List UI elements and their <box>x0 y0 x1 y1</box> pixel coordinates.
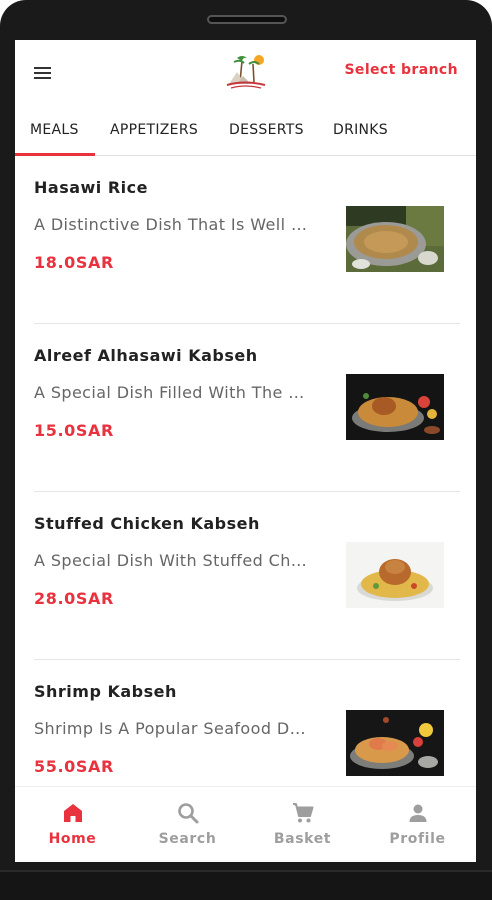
item-photo <box>346 710 444 776</box>
nav-profile-label: Profile <box>389 831 446 847</box>
nav-home-label: Home <box>48 831 97 847</box>
item-description: A Special Dish With Stuffed Ch… <box>34 551 308 570</box>
bottom-navigation: Home Search Basket Profile <box>15 786 476 862</box>
tab-desserts[interactable]: DESSERTS <box>229 122 304 138</box>
tab-drinks[interactable]: DRINKS <box>333 122 388 138</box>
nav-search[interactable]: Search <box>130 787 245 862</box>
menu-item[interactable]: Hasawi Rice A Distinctive Dish That Is W… <box>15 156 476 324</box>
item-photo <box>346 206 444 272</box>
item-name: Alreef Alhasawi Kabseh <box>34 346 258 365</box>
menu-item-list: Hasawi Rice A Distinctive Dish That Is W… <box>15 156 476 786</box>
item-description: Shrimp Is A Popular Seafood D… <box>34 719 306 738</box>
phone-speaker <box>207 15 287 24</box>
app-header: Select branch <box>15 40 476 104</box>
tab-meals[interactable]: MEALS <box>30 122 79 138</box>
restaurant-logo <box>226 55 266 89</box>
item-price: 18.0SAR <box>34 253 114 272</box>
item-description: A Distinctive Dish That Is Well … <box>34 215 308 234</box>
nav-basket[interactable]: Basket <box>245 787 360 862</box>
item-photo <box>346 374 444 440</box>
home-icon <box>64 804 82 822</box>
hamburger-menu-icon[interactable] <box>32 64 54 82</box>
app-screen: Select branch MEALS APPETIZERS DESSERTS … <box>15 40 476 862</box>
item-price: 15.0SAR <box>34 421 114 440</box>
item-name: Stuffed Chicken Kabseh <box>34 514 260 533</box>
tab-appetizers[interactable]: APPETIZERS <box>110 122 198 138</box>
profile-icon <box>409 804 427 822</box>
item-price: 55.0SAR <box>34 757 114 776</box>
cart-icon <box>293 803 314 823</box>
select-branch-button[interactable]: Select branch <box>344 62 458 78</box>
item-description: A Special Dish Filled With The … <box>34 383 305 402</box>
phone-frame: Select branch MEALS APPETIZERS DESSERTS … <box>0 0 492 900</box>
item-name: Shrimp Kabseh <box>34 682 177 701</box>
nav-search-label: Search <box>158 831 217 847</box>
menu-item[interactable]: Stuffed Chicken Kabseh A Special Dish Wi… <box>15 492 476 660</box>
category-tabs: MEALS APPETIZERS DESSERTS DRINKS <box>15 104 476 156</box>
nav-basket-label: Basket <box>273 831 332 847</box>
item-photo <box>346 542 444 608</box>
menu-item[interactable]: Alreef Alhasawi Kabseh A Special Dish Fi… <box>15 324 476 492</box>
phone-bottom-bezel <box>0 870 492 900</box>
search-icon <box>178 803 199 824</box>
nav-profile[interactable]: Profile <box>360 787 475 862</box>
item-name: Hasawi Rice <box>34 178 148 197</box>
nav-home[interactable]: Home <box>15 787 130 862</box>
item-price: 28.0SAR <box>34 589 114 608</box>
